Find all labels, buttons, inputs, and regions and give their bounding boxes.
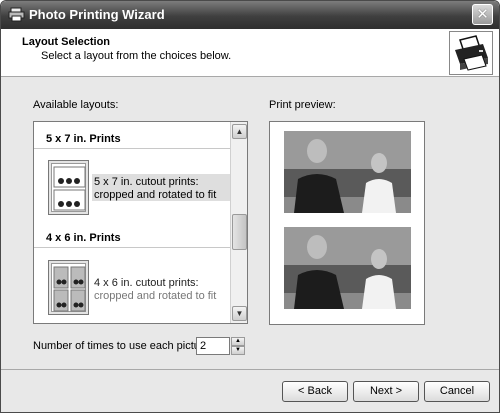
close-icon: ✕ xyxy=(476,6,489,23)
footer-divider xyxy=(1,369,499,370)
page-subtitle: Select a layout from the choices below. xyxy=(41,50,232,62)
copies-stepper-input[interactable]: 2 xyxy=(196,337,230,355)
print-preview xyxy=(269,121,425,325)
preview-photo-top xyxy=(284,131,411,213)
printer-icon xyxy=(8,7,25,22)
preview-photo-bottom xyxy=(284,227,411,309)
scrollbar-thumb[interactable] xyxy=(232,214,247,250)
stepper-down-icon[interactable]: ▼ xyxy=(231,346,245,355)
layouts-scrollbar[interactable]: ▲ ▼ xyxy=(230,122,247,323)
photo-printing-wizard-window: Photo Printing Wizard ✕ Layout Selection… xyxy=(0,0,500,413)
available-layouts-label: Available layouts: xyxy=(33,99,119,111)
section-heading-5x7: 5 x 7 in. Prints xyxy=(34,129,230,149)
times-to-use-label: Number of times to use each picture: xyxy=(33,340,213,352)
page-title: Layout Selection xyxy=(22,36,111,48)
back-button[interactable]: < Back xyxy=(282,381,348,402)
layout-thumbnail-5x7[interactable] xyxy=(48,160,89,215)
close-button[interactable]: ✕ xyxy=(472,4,493,25)
layout-option-5x7[interactable]: 5 x 7 in. cutout prints: cropped and rot… xyxy=(94,176,216,202)
print-preview-label: Print preview: xyxy=(269,99,336,111)
wizard-header: Layout Selection Select a layout from th… xyxy=(1,29,499,77)
layouts-list[interactable]: 5 x 7 in. Prints 5 x 7 in. cutout prints… xyxy=(33,121,248,324)
layout-option-4x6[interactable]: 4 x 6 in. cutout prints: cropped and rot… xyxy=(94,277,216,303)
next-button[interactable]: Next > xyxy=(353,381,419,402)
window-title: Photo Printing Wizard xyxy=(29,7,165,22)
layout-thumbnail-4x6[interactable] xyxy=(48,260,89,315)
title-bar: Photo Printing Wizard ✕ xyxy=(1,1,499,29)
arrow-down-icon[interactable]: ▼ xyxy=(232,306,247,321)
copies-stepper[interactable]: ▲ ▼ xyxy=(231,337,245,355)
cancel-button[interactable]: Cancel xyxy=(424,381,490,402)
printer-wizard-icon xyxy=(449,31,493,75)
stepper-up-icon[interactable]: ▲ xyxy=(231,337,245,346)
arrow-up-icon[interactable]: ▲ xyxy=(232,124,247,139)
section-heading-4x6: 4 x 6 in. Prints xyxy=(34,228,230,248)
